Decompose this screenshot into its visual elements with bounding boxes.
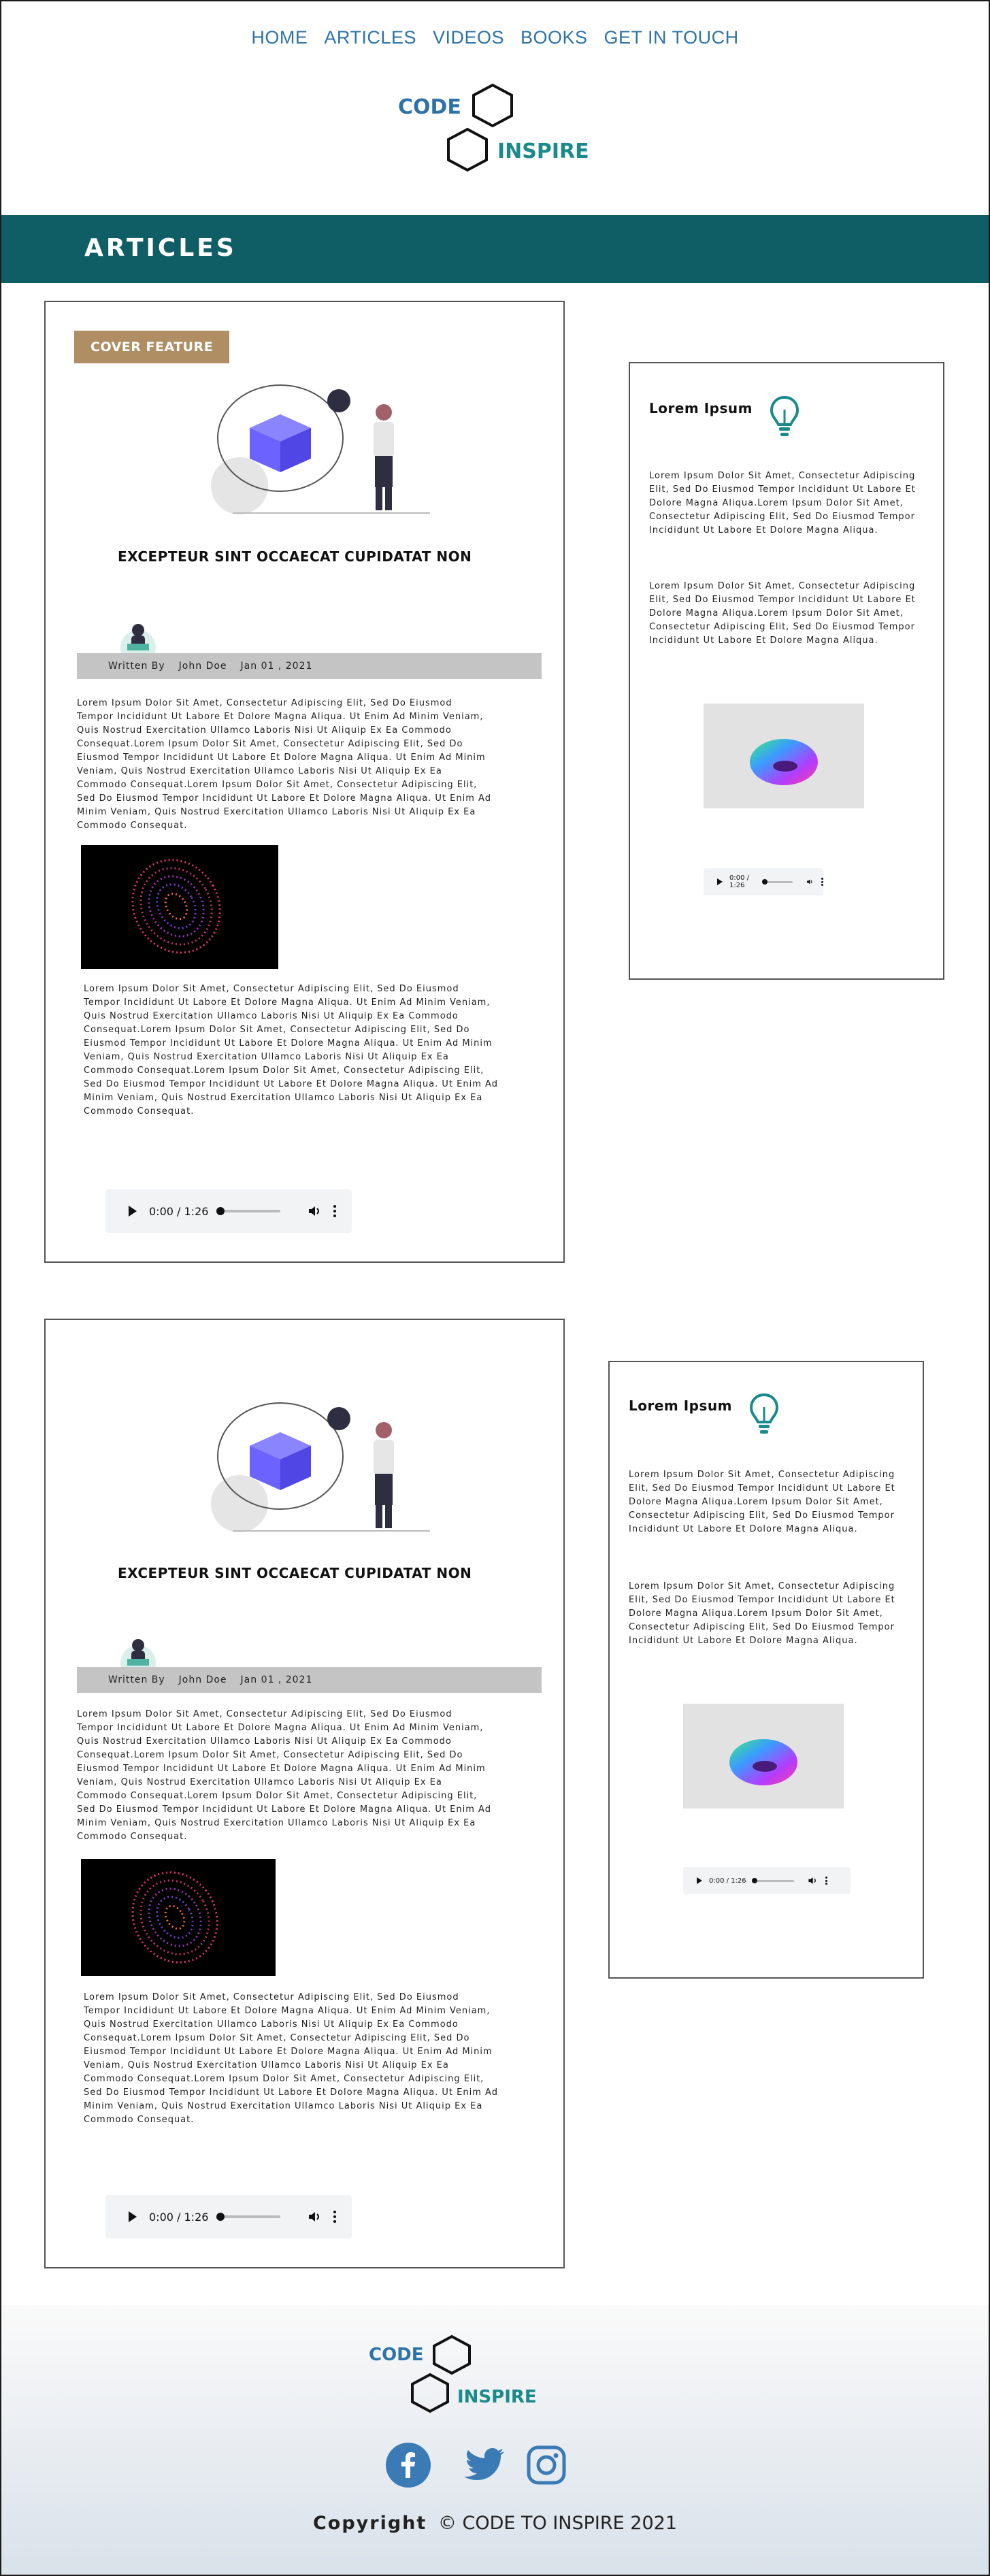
audio-player[interactable]: 0:00 / 1:26	[105, 1189, 352, 1233]
cover-feature-badge: COVER FEATURE	[74, 331, 230, 363]
torus-image	[704, 704, 864, 808]
logo-word-inspire: INSPIRE	[497, 139, 589, 163]
article-byline: Written By John Doe Jan 01 , 2021	[77, 1667, 542, 1693]
copyright-line: Copyright © CODE TO INSPIRE 2021	[0, 2513, 990, 2534]
side-card-paragraph: Lorem Ipsum Dolor Sit Amet, Consectetur …	[649, 471, 916, 535]
byline-author[interactable]: John Doe	[179, 1674, 227, 1685]
volume-icon[interactable]	[308, 1204, 321, 1218]
lightbulb-icon	[770, 395, 799, 436]
torus-icon	[729, 1739, 797, 1785]
footer-logo[interactable]: CODE INSPIRE	[369, 2332, 546, 2421]
side-card: Lorem Ipsum Lorem Ipsum Dolor Sit Amet, …	[629, 362, 944, 980]
article-title: EXCEPTEUR SINT OCCAECAT CUPIDATAT NON	[118, 548, 472, 565]
more-options-icon[interactable]	[825, 1877, 827, 1885]
article-card: EXCEPTEUR SINT OCCAECAT CUPIDATAT NON Wr…	[44, 1319, 565, 2268]
video-thumbnail-icon[interactable]	[81, 845, 278, 969]
torus-image	[683, 1704, 844, 1809]
page-title: ARTICLES	[84, 234, 237, 262]
nav-articles[interactable]: ARTICLES	[324, 27, 416, 48]
video-thumbnail-icon[interactable]	[81, 1859, 276, 1976]
logo-word-code: CODE	[369, 2345, 424, 2365]
audio-time: 0:00 / 1:26	[709, 1877, 746, 1885]
volume-icon[interactable]	[806, 877, 813, 887]
more-options-icon[interactable]	[333, 2211, 337, 2223]
article-title: EXCEPTEUR SINT OCCAECAT CUPIDATAT NON	[118, 1565, 472, 1581]
side-card-paragraph: Lorem Ipsum Dolor Sit Amet, Consectetur …	[649, 581, 916, 646]
side-card-paragraph: Lorem Ipsum Dolor Sit Amet, Consectetur …	[629, 1470, 895, 1534]
more-options-icon[interactable]	[333, 1205, 337, 1217]
side-card-title: Lorem Ipsum	[649, 400, 753, 416]
author-avatar-icon	[120, 1639, 156, 1668]
article-paragraph: Lorem Ipsum Dolor Sit Amet, Consectetur …	[84, 1992, 498, 2125]
copyright-text: CODE TO INSPIRE 2021	[462, 2513, 678, 2534]
article-paragraph: Lorem Ipsum Dolor Sit Amet, Consectetur …	[77, 698, 491, 831]
volume-icon[interactable]	[308, 2210, 321, 2224]
copyright-label: Copyright	[312, 2513, 427, 2534]
side-card-title: Lorem Ipsum	[629, 1398, 732, 1414]
audio-time: 0:00 / 1:26	[149, 2210, 209, 2224]
play-icon[interactable]	[717, 878, 723, 885]
top-nav: HOME ARTICLES VIDEOS BOOKS GET IN TOUCH	[0, 27, 990, 48]
cube-illustration-icon	[211, 1402, 430, 1532]
audio-progress-track[interactable]	[216, 1207, 281, 1215]
audio-time: 0:00 / 1:26	[729, 874, 750, 889]
side-card-paragraph: Lorem Ipsum Dolor Sit Amet, Consectetur …	[629, 1581, 895, 1646]
article-card: COVER FEATURE EXCEPTEUR SINT OCCAECAT CU…	[44, 301, 565, 1263]
audio-progress-track[interactable]	[761, 878, 793, 885]
volume-icon[interactable]	[808, 1876, 817, 1885]
torus-icon	[750, 739, 818, 785]
logo-word-code: CODE	[398, 95, 461, 119]
article-paragraph: Lorem Ipsum Dolor Sit Amet, Consectetur …	[84, 984, 498, 1117]
author-avatar-icon	[120, 624, 156, 653]
logo-word-inspire: INSPIRE	[457, 2387, 537, 2407]
audio-time: 0:00 / 1:26	[149, 1204, 209, 1218]
article-paragraph: Lorem Ipsum Dolor Sit Amet, Consectetur …	[77, 1709, 491, 1842]
play-icon[interactable]	[697, 1877, 702, 1884]
facebook-icon[interactable]	[386, 2443, 431, 2488]
page-banner: ARTICLES	[1, 215, 989, 283]
byline-date: Jan 01 , 2021	[240, 1674, 313, 1685]
play-icon[interactable]	[129, 2211, 137, 2222]
nav-home[interactable]: HOME	[251, 27, 308, 48]
nav-get-in-touch[interactable]: GET IN TOUCH	[604, 27, 739, 48]
audio-progress-track[interactable]	[751, 1877, 794, 1883]
audio-progress-track[interactable]	[216, 2213, 281, 2221]
twitter-icon[interactable]	[461, 2447, 506, 2485]
copyright-symbol: ©	[438, 2513, 457, 2534]
audio-player[interactable]: 0:00 / 1:26	[683, 1867, 851, 1894]
byline-author[interactable]: John Doe	[179, 661, 227, 672]
side-card: Lorem Ipsum Lorem Ipsum Dolor Sit Amet, …	[608, 1361, 924, 1979]
audio-player[interactable]: 0:00 / 1:26	[704, 868, 823, 895]
byline-label: Written By	[108, 661, 165, 672]
more-options-icon[interactable]	[821, 878, 823, 886]
play-icon[interactable]	[129, 1206, 137, 1217]
nav-videos[interactable]: VIDEOS	[433, 27, 504, 48]
article-byline: Written By John Doe Jan 01 , 2021	[77, 653, 542, 679]
instagram-icon[interactable]	[526, 2445, 567, 2486]
header-logo[interactable]: CODE INSPIRE	[398, 82, 595, 184]
lightbulb-icon	[749, 1393, 779, 1434]
byline-date: Jan 01 , 2021	[240, 661, 313, 672]
audio-player[interactable]: 0:00 / 1:26	[105, 2195, 352, 2239]
byline-label: Written By	[108, 1674, 165, 1685]
cube-illustration-icon	[211, 384, 430, 514]
nav-books[interactable]: BOOKS	[521, 27, 588, 48]
